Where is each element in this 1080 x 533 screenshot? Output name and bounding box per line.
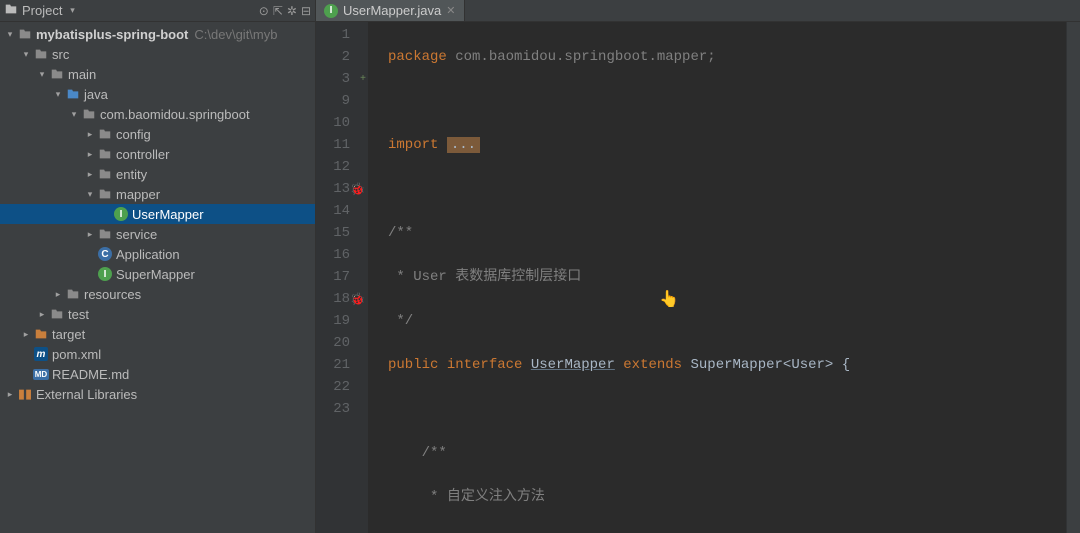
code-editor[interactable]: 1 2 3 9 10 11 12 13 14 15 16 17 18 19 20… [316, 22, 1080, 533]
tree-application[interactable]: C Application [0, 244, 315, 264]
tree-external-libraries[interactable]: ▸ ▮▮ External Libraries [0, 384, 315, 404]
tree-package[interactable]: ▾ com.baomidou.springboot [0, 104, 315, 124]
chevron-down-icon[interactable]: ▾ [36, 69, 48, 80]
project-icon [4, 2, 18, 19]
chevron-right-icon[interactable]: ▸ [84, 229, 96, 240]
folder-icon [32, 47, 50, 61]
markdown-icon: MD [32, 369, 50, 380]
folder-icon [48, 307, 66, 321]
maven-icon: m [32, 347, 50, 361]
package-icon [96, 187, 114, 201]
module-icon [16, 27, 34, 41]
tab-label: UserMapper.java [343, 3, 441, 18]
tree-mapper[interactable]: ▾ mapper [0, 184, 315, 204]
bug-icon[interactable]: 🐞 [350, 179, 364, 193]
chevron-down-icon[interactable]: ▾ [68, 109, 80, 120]
editor-tabs: I UserMapper.java ✕ [316, 0, 1080, 21]
chevron-right-icon[interactable]: ▸ [36, 309, 48, 320]
gutter[interactable]: 1 2 3 9 10 11 12 13 14 15 16 17 18 19 20… [316, 22, 368, 533]
tree-service[interactable]: ▸ service [0, 224, 315, 244]
package-icon [96, 227, 114, 241]
settings-icon[interactable]: ✲ [287, 4, 297, 18]
package-icon [96, 127, 114, 141]
chevron-right-icon[interactable]: ▸ [84, 129, 96, 140]
chevron-down-icon[interactable]: ▾ [52, 89, 64, 100]
tree-test[interactable]: ▸ test [0, 304, 315, 324]
editor-scrollbar[interactable] [1066, 22, 1080, 533]
tree-src[interactable]: ▾ src [0, 44, 315, 64]
hide-icon[interactable]: ⊟ [301, 4, 311, 18]
excluded-folder-icon [32, 327, 50, 341]
project-title: Project [22, 3, 62, 18]
tree-java[interactable]: ▾ java [0, 84, 315, 104]
collapse-all-icon[interactable]: ⇱ [273, 4, 283, 18]
package-icon [80, 107, 98, 121]
fold-expand-icon[interactable]: + [356, 69, 366, 91]
tree-pom[interactable]: m pom.xml [0, 344, 315, 364]
tree-root[interactable]: ▾ mybatisplus-spring-boot C:\dev\git\myb [0, 24, 315, 44]
chevron-right-icon[interactable]: ▸ [84, 169, 96, 180]
libraries-icon: ▮▮ [16, 386, 34, 402]
package-icon [96, 167, 114, 181]
code-area[interactable]: package com.baomidou.springboot.mapper; … [368, 22, 1066, 533]
tree-target[interactable]: ▸ target [0, 324, 315, 344]
tree-supermapper[interactable]: I SuperMapper [0, 264, 315, 284]
tree-usermapper[interactable]: I UserMapper [0, 204, 315, 224]
dropdown-icon[interactable]: ▾ [66, 5, 78, 16]
resource-folder-icon [64, 287, 82, 301]
chevron-down-icon[interactable]: ▾ [4, 29, 16, 40]
interface-icon: I [324, 4, 338, 18]
class-icon: C [96, 247, 114, 261]
bug-icon[interactable]: 🐞 [350, 289, 364, 303]
close-icon[interactable]: ✕ [446, 4, 455, 17]
tree-entity[interactable]: ▸ entity [0, 164, 315, 184]
package-icon [96, 147, 114, 161]
chevron-right-icon[interactable]: ▸ [52, 289, 64, 300]
tree-config[interactable]: ▸ config [0, 124, 315, 144]
project-tool-header: Project ▾ ⊙ ⇱ ✲ ⊟ [0, 0, 316, 21]
chevron-right-icon[interactable]: ▸ [20, 329, 32, 340]
tree-main[interactable]: ▾ main [0, 64, 315, 84]
folder-icon [48, 67, 66, 81]
chevron-down-icon[interactable]: ▾ [84, 189, 96, 200]
interface-icon: I [96, 267, 114, 281]
scroll-from-source-icon[interactable]: ⊙ [259, 4, 269, 18]
source-folder-icon [64, 87, 82, 101]
folded-imports[interactable]: ... [447, 137, 480, 153]
tree-readme[interactable]: MD README.md [0, 364, 315, 384]
tree-resources[interactable]: ▸ resources [0, 284, 315, 304]
tab-usermapper[interactable]: I UserMapper.java ✕ [316, 0, 465, 21]
chevron-down-icon[interactable]: ▾ [20, 49, 32, 60]
interface-icon: I [112, 207, 130, 221]
chevron-right-icon[interactable]: ▸ [84, 149, 96, 160]
project-tree[interactable]: ▾ mybatisplus-spring-boot C:\dev\git\myb… [0, 22, 316, 533]
chevron-right-icon[interactable]: ▸ [4, 389, 16, 400]
tree-controller[interactable]: ▸ controller [0, 144, 315, 164]
